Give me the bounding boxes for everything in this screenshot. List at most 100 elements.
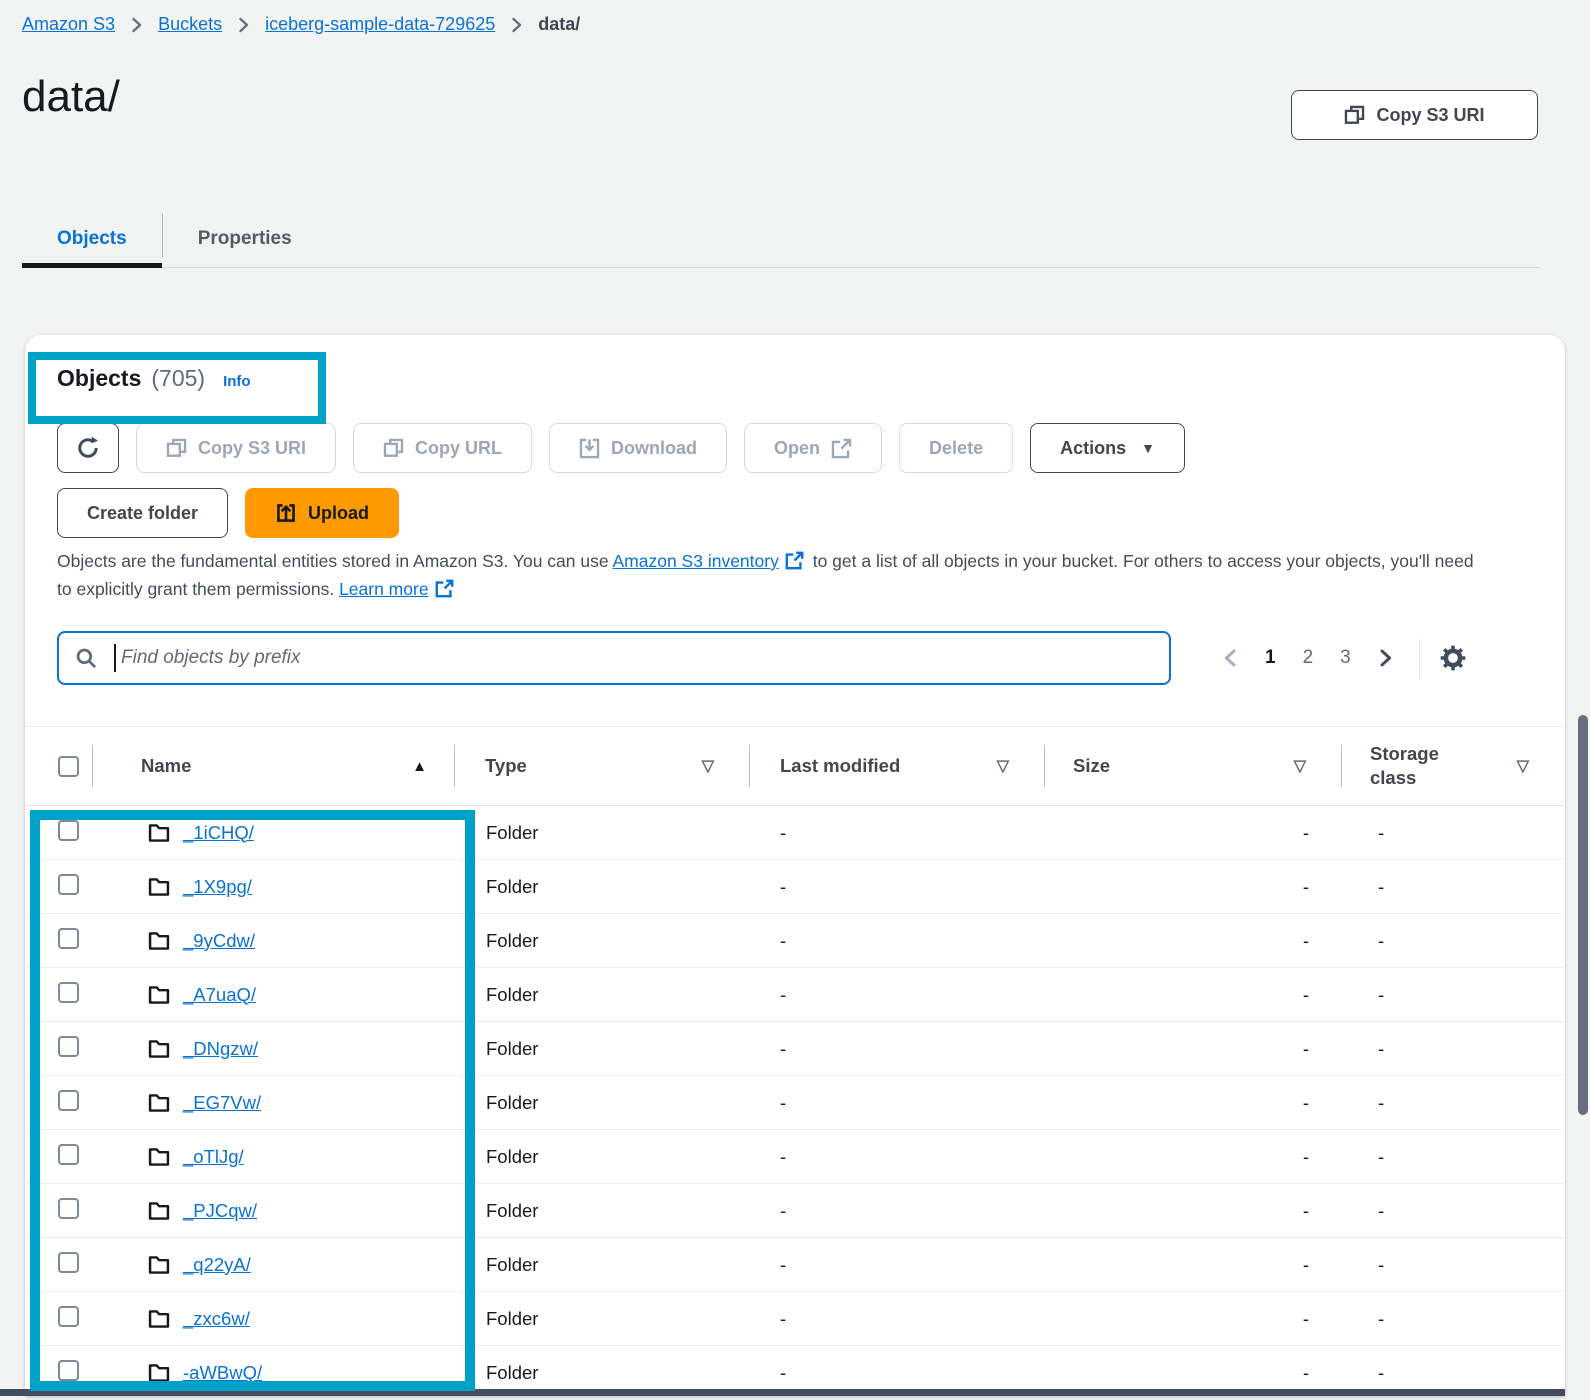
info-link[interactable]: Info bbox=[223, 373, 251, 390]
row-checkbox[interactable] bbox=[58, 1360, 79, 1381]
page-title: data/ bbox=[22, 72, 120, 122]
column-header-storage-class[interactable]: Storage class ▽ bbox=[1342, 727, 1565, 805]
row-checkbox[interactable] bbox=[58, 1252, 79, 1273]
row-checkbox-cell bbox=[25, 820, 93, 846]
external-link-icon bbox=[831, 438, 852, 459]
page-button-2[interactable]: 2 bbox=[1303, 647, 1314, 669]
object-folder-link[interactable]: _1iCHQ/ bbox=[183, 822, 254, 844]
row-checkbox[interactable] bbox=[58, 874, 79, 895]
type-cell: Folder bbox=[455, 1092, 750, 1114]
page-button-3[interactable]: 3 bbox=[1340, 647, 1351, 669]
objects-heading: Objects bbox=[57, 365, 141, 392]
refresh-button[interactable] bbox=[57, 423, 119, 473]
row-checkbox-cell bbox=[25, 982, 93, 1008]
download-label: Download bbox=[611, 438, 697, 459]
search-icon bbox=[75, 647, 97, 669]
objects-panel: Objects (705) Info Copy S3 URI Cop bbox=[25, 335, 1565, 1396]
row-checkbox[interactable] bbox=[58, 820, 79, 841]
column-header-name[interactable]: Name ▲ bbox=[93, 727, 455, 805]
chevron-right-icon bbox=[237, 16, 250, 34]
object-folder-link[interactable]: _oTlJg/ bbox=[183, 1146, 244, 1168]
upload-icon bbox=[275, 502, 297, 524]
delete-label: Delete bbox=[929, 438, 983, 459]
breadcrumb-link-buckets[interactable]: Buckets bbox=[158, 14, 222, 35]
column-header-last-modified[interactable]: Last modified ▽ bbox=[750, 727, 1045, 805]
table-row: _EG7Vw/ Folder - - - bbox=[25, 1076, 1565, 1130]
size-cell: - bbox=[1045, 1362, 1342, 1384]
actions-dropdown-button[interactable]: Actions ▼ bbox=[1030, 423, 1185, 473]
table-row: _1iCHQ/ Folder - - - bbox=[25, 806, 1565, 860]
object-folder-link[interactable]: _q22yA/ bbox=[183, 1254, 251, 1276]
type-cell: Folder bbox=[455, 1146, 750, 1168]
row-checkbox[interactable] bbox=[58, 1090, 79, 1111]
table-row: _9yCdw/ Folder - - - bbox=[25, 914, 1565, 968]
column-label-size: Size bbox=[1073, 755, 1110, 777]
upload-button[interactable]: Upload bbox=[245, 488, 399, 538]
object-folder-link[interactable]: _DNgzw/ bbox=[183, 1038, 258, 1060]
download-icon bbox=[579, 438, 600, 459]
object-folder-link[interactable]: _EG7Vw/ bbox=[183, 1092, 261, 1114]
row-checkbox[interactable] bbox=[58, 1144, 79, 1165]
object-folder-link[interactable]: _zxc6w/ bbox=[183, 1308, 250, 1330]
object-folder-link[interactable]: -aWBwQ/ bbox=[183, 1362, 262, 1384]
row-checkbox-cell bbox=[25, 874, 93, 900]
folder-icon bbox=[148, 822, 170, 844]
size-cell: - bbox=[1045, 822, 1342, 844]
column-label-storage-class: Storage class bbox=[1370, 742, 1482, 790]
upload-label: Upload bbox=[308, 503, 369, 524]
row-checkbox[interactable] bbox=[58, 982, 79, 1003]
folder-icon bbox=[148, 930, 170, 952]
object-folder-link[interactable]: _1X9pg/ bbox=[183, 876, 252, 898]
column-header-type[interactable]: Type ▽ bbox=[455, 727, 750, 805]
row-checkbox[interactable] bbox=[58, 928, 79, 949]
select-all-checkbox-cell bbox=[25, 727, 93, 805]
object-folder-link[interactable]: _A7uaQ/ bbox=[183, 984, 256, 1006]
row-checkbox[interactable] bbox=[58, 1198, 79, 1219]
column-header-size[interactable]: Size ▽ bbox=[1045, 727, 1342, 805]
column-label-last-modified: Last modified bbox=[780, 755, 900, 777]
open-button[interactable]: Open bbox=[744, 423, 882, 473]
caret-down-icon: ▼ bbox=[1141, 440, 1155, 456]
learn-more-link[interactable]: Learn more bbox=[339, 579, 429, 599]
table-row: _zxc6w/ Folder - - - bbox=[25, 1292, 1565, 1346]
breadcrumb-link-amazon-s3[interactable]: Amazon S3 bbox=[22, 14, 115, 35]
tab-bar: Objects Properties bbox=[22, 210, 1540, 268]
sort-icon: ▽ bbox=[997, 756, 1009, 776]
sort-icon: ▽ bbox=[1517, 756, 1529, 776]
type-cell: Folder bbox=[455, 930, 750, 952]
table-row: _q22yA/ Folder - - - bbox=[25, 1238, 1565, 1292]
search-input[interactable]: Find objects by prefix bbox=[57, 631, 1171, 685]
previous-page-button[interactable] bbox=[1223, 647, 1238, 669]
row-checkbox[interactable] bbox=[58, 1306, 79, 1327]
type-cell: Folder bbox=[455, 1362, 750, 1384]
delete-button[interactable]: Delete bbox=[899, 423, 1013, 473]
storage-class-cell: - bbox=[1342, 1092, 1565, 1114]
next-page-button[interactable] bbox=[1378, 647, 1393, 669]
storage-class-cell: - bbox=[1342, 1308, 1565, 1330]
copy-s3-uri-toolbar-button[interactable]: Copy S3 URI bbox=[136, 423, 336, 473]
create-folder-button[interactable]: Create folder bbox=[57, 488, 228, 538]
scrollbar-thumb[interactable] bbox=[1578, 715, 1588, 1115]
last-modified-cell: - bbox=[750, 822, 1045, 844]
sort-ascending-icon: ▲ bbox=[412, 758, 427, 775]
copy-icon bbox=[166, 438, 187, 459]
tab-properties[interactable]: Properties bbox=[163, 210, 327, 267]
table-row: _PJCqw/ Folder - - - bbox=[25, 1184, 1565, 1238]
breadcrumb-link-bucket-name[interactable]: iceberg-sample-data-729625 bbox=[265, 14, 495, 35]
name-cell: _oTlJg/ bbox=[93, 1146, 455, 1168]
name-cell: _A7uaQ/ bbox=[93, 984, 455, 1006]
breadcrumb: Amazon S3 Buckets iceberg-sample-data-72… bbox=[22, 14, 580, 35]
select-all-checkbox[interactable] bbox=[58, 756, 79, 777]
type-cell: Folder bbox=[455, 822, 750, 844]
amazon-s3-inventory-link[interactable]: Amazon S3 inventory bbox=[613, 551, 779, 571]
download-button[interactable]: Download bbox=[549, 423, 727, 473]
preferences-gear-button[interactable] bbox=[1440, 645, 1466, 671]
copy-s3-uri-button[interactable]: Copy S3 URI bbox=[1291, 90, 1538, 140]
copy-url-button[interactable]: Copy URL bbox=[353, 423, 532, 473]
object-folder-link[interactable]: _9yCdw/ bbox=[183, 930, 255, 952]
tab-objects[interactable]: Objects bbox=[22, 210, 162, 267]
row-checkbox[interactable] bbox=[58, 1036, 79, 1057]
page-button-1[interactable]: 1 bbox=[1265, 647, 1276, 669]
object-folder-link[interactable]: _PJCqw/ bbox=[183, 1200, 257, 1222]
storage-class-cell: - bbox=[1342, 1146, 1565, 1168]
